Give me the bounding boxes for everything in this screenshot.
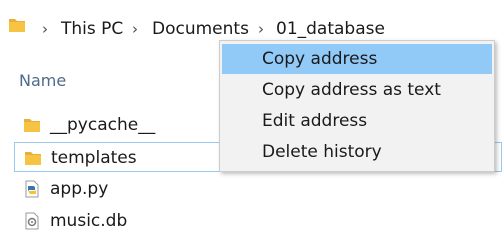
folder-icon	[23, 116, 41, 134]
context-menu: Copy address Copy address as text Edit a…	[219, 40, 495, 172]
file-name: templates	[51, 148, 137, 168]
file-name: __pycache__	[50, 115, 156, 135]
menu-item-edit-address[interactable]: Edit address	[222, 106, 492, 136]
menu-item-copy-address-as-text[interactable]: Copy address as text	[222, 75, 492, 105]
list-item[interactable]: app.py	[14, 174, 502, 204]
database-file-icon	[23, 212, 41, 230]
chevron-right-icon[interactable]: ›	[36, 17, 54, 41]
chevron-right-icon[interactable]: ›	[126, 17, 144, 41]
list-item[interactable]: music.db	[14, 206, 502, 236]
file-name: app.py	[50, 179, 109, 199]
menu-item-copy-address[interactable]: Copy address	[222, 44, 492, 74]
python-file-icon	[23, 180, 41, 198]
breadcrumb-this-pc[interactable]: This PC	[61, 17, 123, 41]
column-header-name[interactable]: Name	[19, 70, 66, 92]
menu-item-delete-history[interactable]: Delete history	[222, 137, 492, 167]
file-name: music.db	[50, 211, 128, 231]
chevron-right-icon[interactable]: ›	[252, 17, 270, 41]
breadcrumb-01-database[interactable]: 01_database	[276, 17, 385, 41]
folder-icon	[24, 149, 42, 167]
folder-icon	[8, 17, 26, 33]
breadcrumb-documents[interactable]: Documents	[152, 17, 249, 41]
